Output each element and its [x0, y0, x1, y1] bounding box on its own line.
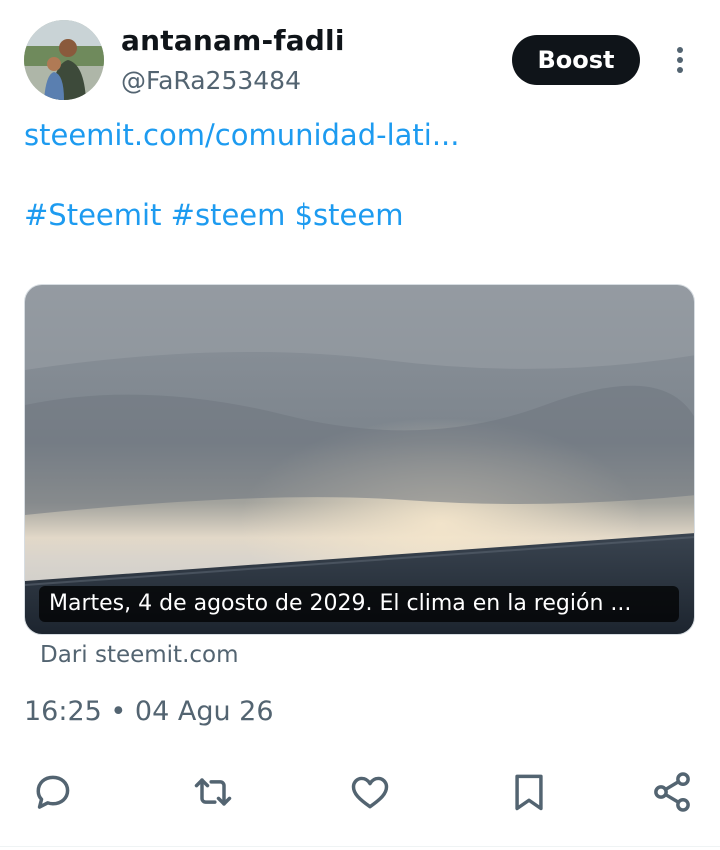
post-time: 16:25 [24, 696, 102, 727]
more-options-icon[interactable] [664, 40, 696, 80]
hashtag-steem[interactable]: #steem [171, 198, 286, 232]
post-timestamp[interactable]: 16:25 • 04 Agu 26 [24, 696, 274, 727]
post-date: 04 Agu 26 [134, 696, 274, 727]
reply-icon[interactable] [28, 768, 76, 816]
avatar-photo [24, 20, 104, 100]
share-icon[interactable] [648, 768, 696, 816]
card-image [25, 285, 694, 634]
link-preview-card[interactable]: Martes, 4 de agosto de 2029. El clima en… [24, 284, 695, 635]
bookmark-icon[interactable] [505, 768, 553, 816]
hashtag-steemit[interactable]: #Steemit [24, 198, 161, 232]
bottom-divider [0, 846, 720, 847]
card-caption: Martes, 4 de agosto de 2029. El clima en… [39, 586, 679, 622]
cashtag-steem[interactable]: $steem [295, 198, 404, 232]
boost-button[interactable]: Boost [512, 35, 640, 85]
hashtag-row: #Steemit #steem $steem [24, 198, 403, 232]
author-handle[interactable]: @FaRa253484 [121, 66, 301, 95]
heart-icon[interactable] [346, 768, 394, 816]
author-display-name[interactable]: antanam-fadli [121, 24, 345, 57]
post-link[interactable]: steemit.com/comunidad-lati... [24, 118, 459, 152]
avatar[interactable] [24, 20, 104, 100]
card-source[interactable]: Dari steemit.com [40, 642, 239, 668]
meta-separator: • [101, 696, 135, 727]
repost-icon[interactable] [189, 768, 237, 816]
